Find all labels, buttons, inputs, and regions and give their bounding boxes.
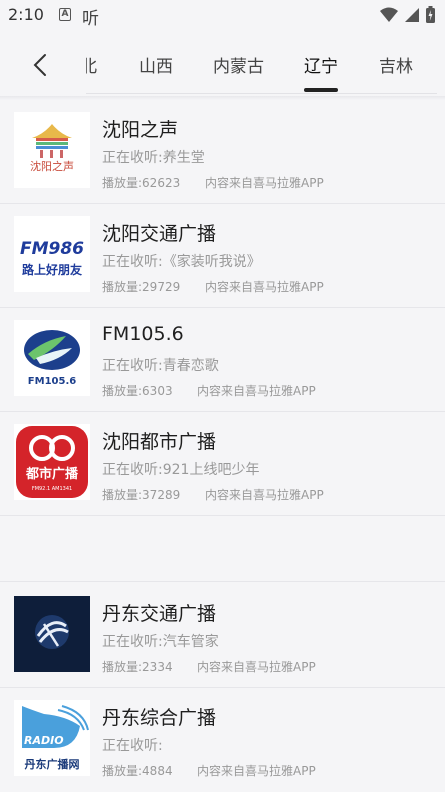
- province-tabs: 北 山西 内蒙古 辽宁 吉林: [86, 30, 445, 96]
- active-tab-indicator: [304, 88, 338, 92]
- status-time: 2:10: [8, 5, 44, 24]
- list-divider: [0, 581, 445, 582]
- now-listening: 正在收听:921上线吧少年: [102, 462, 260, 478]
- station-item-fm1056[interactable]: FM105.6 FM105.6 正在收听:青春恋歌 播放量:6303 内容来自喜…: [0, 308, 445, 412]
- station-item-shenyang-dushi[interactable]: 都市广播 FM92.1 AM1341 沈阳都市广播 正在收听:921上线吧少年 …: [0, 412, 445, 516]
- logo-text: 沈阳之声: [30, 159, 74, 173]
- fm1056-logo: FM105.6: [14, 320, 90, 396]
- content-source: 内容来自喜马拉雅APP: [205, 176, 324, 190]
- play-count: 播放量:29729: [102, 280, 181, 294]
- tab-jilin[interactable]: 吉林: [379, 52, 413, 77]
- play-count: 播放量:6303: [102, 384, 173, 398]
- content-source: 内容来自喜马拉雅APP: [197, 660, 316, 674]
- logo-subtext: 路上好朋友: [22, 262, 82, 277]
- station-name: FM105.6: [102, 323, 184, 345]
- now-listening: 正在收听:青春恋歌: [102, 358, 219, 374]
- status-icons: [380, 6, 435, 23]
- back-arrow-icon[interactable]: [30, 53, 50, 77]
- tab-bar-divider: [86, 93, 437, 94]
- dandong-zonghe-logo: RADIO 丹东广播网: [14, 700, 90, 776]
- dandong-jiaotong-logo: [14, 596, 90, 672]
- play-count: 播放量:37289: [102, 488, 181, 502]
- station-name: 丹东综合广播: [102, 707, 217, 729]
- play-count: 播放量:2334: [102, 660, 173, 674]
- logo-subtext: 丹东广播网: [25, 757, 80, 771]
- logo-text: FM986: [20, 239, 84, 259]
- content-source: 内容来自喜马拉雅APP: [205, 280, 324, 294]
- fm986-logo: FM986 路上好朋友: [14, 216, 90, 292]
- logo-text: 都市广播: [25, 466, 79, 482]
- station-name: 沈阳之声: [102, 119, 179, 141]
- play-count: 播放量:62623: [102, 176, 181, 190]
- content-source: 内容来自喜马拉雅APP: [197, 764, 316, 778]
- content-source: 内容来自喜马拉雅APP: [197, 384, 316, 398]
- battery-icon: [426, 6, 435, 23]
- station-item-dandong-zonghe[interactable]: RADIO 丹东广播网 丹东综合广播 正在收听: 播放量:4884 内容来自喜马…: [0, 688, 445, 792]
- tab-liaoning[interactable]: 辽宁: [304, 52, 338, 77]
- now-listening: 正在收听:养生堂: [102, 150, 205, 166]
- station-item-shenyang-zhisheng[interactable]: 沈阳之声 沈阳之声 正在收听:养生堂 播放量:62623 内容来自喜马拉雅APP: [0, 100, 445, 204]
- logo-text: FM105.6: [28, 376, 76, 387]
- app-notification-icon: 听: [82, 9, 99, 29]
- now-listening: 正在收听:《家装听我说》: [102, 254, 261, 270]
- status-bar: 2:10 A 听: [0, 0, 445, 30]
- station-item-dandong-jiaotong[interactable]: 丹东交通广播 正在收听:汽车管家 播放量:2334 内容来自喜马拉雅APP: [0, 584, 445, 688]
- a-icon: A: [59, 8, 71, 21]
- station-name: 沈阳都市广播: [102, 431, 217, 453]
- signal-icon: [405, 7, 419, 22]
- station-name: 沈阳交通广播: [102, 223, 217, 245]
- now-listening: 正在收听:: [102, 738, 163, 754]
- content-source: 内容来自喜马拉雅APP: [205, 488, 324, 502]
- dushi-logo: 都市广播 FM92.1 AM1341: [14, 424, 90, 500]
- station-item-shenyang-jiaotong[interactable]: FM986 路上好朋友 沈阳交通广播 正在收听:《家装听我说》 播放量:2972…: [0, 204, 445, 308]
- now-listening: 正在收听:汽车管家: [102, 634, 219, 650]
- province-tab-bar: 北 山西 内蒙古 辽宁 吉林: [0, 30, 445, 96]
- logo-subtext: FM92.1 AM1341: [32, 486, 72, 492]
- logo-text: RADIO: [24, 734, 64, 747]
- station-name: 丹东交通广播: [102, 603, 217, 625]
- wifi-icon: [380, 7, 398, 22]
- shenyang-zhisheng-logo: 沈阳之声: [14, 112, 90, 188]
- tab-shanxi[interactable]: 山西: [139, 52, 173, 77]
- list-divider: [0, 515, 445, 516]
- tab-bei[interactable]: 北: [86, 52, 97, 77]
- play-count: 播放量:4884: [102, 764, 173, 778]
- tab-neimenggu[interactable]: 内蒙古: [213, 52, 264, 77]
